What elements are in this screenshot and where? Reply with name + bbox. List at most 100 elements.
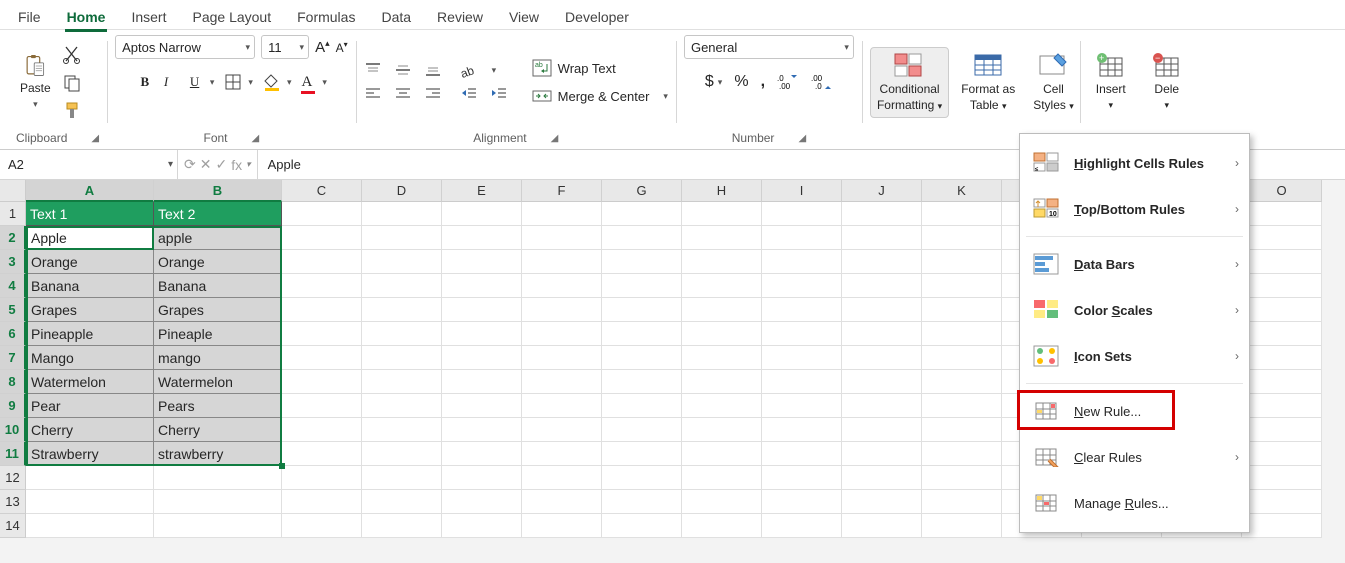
cell[interactable] [1242, 346, 1322, 370]
cut-icon[interactable] [61, 44, 83, 66]
cell[interactable] [682, 418, 762, 442]
cell[interactable] [442, 202, 522, 226]
cell[interactable]: Banana [26, 274, 154, 298]
cell[interactable] [1242, 202, 1322, 226]
align-center-icon[interactable] [394, 86, 412, 102]
cancel-icon[interactable]: ✕ [200, 156, 212, 173]
column-header[interactable]: G [602, 180, 682, 202]
cell[interactable] [442, 346, 522, 370]
cell[interactable] [922, 202, 1002, 226]
cell[interactable] [922, 226, 1002, 250]
cell[interactable] [842, 202, 922, 226]
decrease-indent-icon[interactable] [460, 86, 478, 102]
cell[interactable] [522, 490, 602, 514]
cell[interactable] [762, 370, 842, 394]
confirm-icon[interactable]: ✓ [215, 156, 227, 173]
cell[interactable] [682, 250, 762, 274]
column-header[interactable]: I [762, 180, 842, 202]
cell[interactable] [362, 226, 442, 250]
insert-cells-button[interactable]: + Insert ▾ [1088, 50, 1134, 114]
cell[interactable] [26, 514, 154, 538]
cell[interactable] [362, 346, 442, 370]
increase-font-icon[interactable]: A▴ [315, 38, 330, 56]
cell-styles-button[interactable]: Cell Styles ▾ [1027, 50, 1080, 115]
row-header[interactable]: 7 [0, 346, 26, 370]
cell[interactable] [522, 322, 602, 346]
cell[interactable]: Banana [154, 274, 282, 298]
cell[interactable] [282, 394, 362, 418]
cell[interactable] [362, 202, 442, 226]
cell[interactable] [842, 298, 922, 322]
row-header[interactable]: 2 [0, 226, 26, 250]
cell[interactable] [762, 226, 842, 250]
cell[interactable]: Cherry [154, 418, 282, 442]
cell[interactable] [442, 514, 522, 538]
cell[interactable] [1242, 394, 1322, 418]
cell[interactable] [282, 466, 362, 490]
cell[interactable] [442, 250, 522, 274]
cell[interactable]: Watermelon [154, 370, 282, 394]
cell[interactable] [442, 322, 522, 346]
cell[interactable] [282, 490, 362, 514]
tab-formulas[interactable]: Formulas [295, 5, 357, 29]
cell[interactable] [282, 442, 362, 466]
cell[interactable]: Strawberry [26, 442, 154, 466]
cell[interactable] [442, 442, 522, 466]
cell[interactable] [922, 418, 1002, 442]
cell[interactable] [842, 346, 922, 370]
cell[interactable] [842, 370, 922, 394]
cell[interactable] [922, 370, 1002, 394]
cell[interactable]: apple [154, 226, 282, 250]
cell[interactable] [602, 418, 682, 442]
cell[interactable] [1242, 418, 1322, 442]
column-header[interactable]: B [154, 180, 282, 202]
tab-review[interactable]: Review [435, 5, 485, 29]
cell[interactable]: strawberry [154, 442, 282, 466]
font-color-button[interactable]: A [301, 74, 312, 91]
align-right-icon[interactable] [424, 86, 442, 102]
cell[interactable] [922, 466, 1002, 490]
cell[interactable] [842, 466, 922, 490]
tab-developer[interactable]: Developer [563, 5, 631, 29]
cell[interactable] [762, 322, 842, 346]
cell[interactable] [682, 442, 762, 466]
cell[interactable] [442, 466, 522, 490]
row-header[interactable]: 8 [0, 370, 26, 394]
cell[interactable] [762, 250, 842, 274]
cell[interactable]: Pineaple [154, 322, 282, 346]
cell[interactable] [282, 418, 362, 442]
cell[interactable] [522, 226, 602, 250]
cell[interactable] [602, 394, 682, 418]
cell[interactable] [762, 514, 842, 538]
cell[interactable] [762, 442, 842, 466]
cell[interactable]: Cherry [26, 418, 154, 442]
cell[interactable]: Text 1 [26, 202, 154, 226]
cell[interactable] [682, 466, 762, 490]
cell[interactable] [362, 394, 442, 418]
cell[interactable] [602, 466, 682, 490]
cell[interactable] [762, 346, 842, 370]
cell[interactable] [362, 322, 442, 346]
cell[interactable] [842, 274, 922, 298]
align-top-icon[interactable] [364, 62, 382, 78]
cell[interactable] [154, 466, 282, 490]
column-header[interactable]: O [1242, 180, 1322, 202]
dialog-launcher-icon[interactable]: ◢ [798, 133, 806, 144]
wrap-text-button[interactable]: ab Wrap Text [532, 59, 668, 77]
cell[interactable] [154, 490, 282, 514]
bold-button[interactable]: B [136, 74, 154, 90]
row-header[interactable]: 9 [0, 394, 26, 418]
cell[interactable] [362, 442, 442, 466]
cell[interactable]: Watermelon [26, 370, 154, 394]
decrease-font-icon[interactable]: A▾ [336, 40, 348, 55]
fill-color-button[interactable] [263, 73, 281, 91]
align-left-icon[interactable] [364, 86, 382, 102]
cell[interactable] [282, 370, 362, 394]
cell[interactable] [842, 394, 922, 418]
cell[interactable] [922, 298, 1002, 322]
cell[interactable] [1242, 274, 1322, 298]
tab-home[interactable]: Home [65, 5, 108, 32]
cell[interactable]: Pears [154, 394, 282, 418]
cell[interactable] [762, 202, 842, 226]
cell[interactable] [682, 490, 762, 514]
